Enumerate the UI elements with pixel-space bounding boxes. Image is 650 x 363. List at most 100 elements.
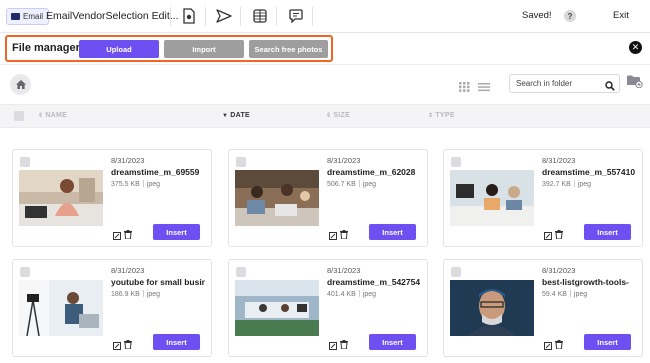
file-size: 506.7 KB (327, 181, 356, 188)
trash-icon[interactable] (124, 336, 132, 354)
edit-icon[interactable] (113, 227, 121, 245)
search-free-photos-button[interactable]: Search free photos (249, 40, 328, 58)
file-thumbnail[interactable] (19, 280, 103, 336)
insert-button[interactable]: Insert (584, 224, 631, 240)
file-card[interactable]: 8/31/2023 dreamstime_m_542754 401.4 KB jp… (228, 259, 428, 357)
file-checkbox[interactable] (236, 157, 246, 167)
help-icon[interactable]: ? (564, 10, 576, 22)
file-size: 401.4 KB (327, 291, 356, 298)
insert-button[interactable]: Insert (153, 334, 200, 350)
file-thumbnail[interactable] (19, 170, 103, 226)
trash-icon[interactable] (124, 226, 132, 244)
file-date: 8/31/2023 (542, 156, 576, 165)
file-checkbox[interactable] (451, 157, 461, 167)
file-checkbox[interactable] (20, 157, 30, 167)
import-button[interactable]: Import (164, 40, 244, 58)
column-date[interactable]: ▼ DATE (222, 112, 250, 119)
search-icon[interactable] (605, 78, 615, 96)
toolbar-divider (276, 7, 277, 26)
file-manager-header: File manager Upload Import Search free p… (0, 33, 650, 65)
file-checkbox[interactable] (20, 267, 30, 277)
home-icon[interactable] (10, 74, 31, 95)
insert-button[interactable]: Insert (369, 224, 416, 240)
file-date: 8/31/2023 (327, 156, 361, 165)
toolbar-divider (205, 7, 206, 26)
file-manager-title: File manager (12, 42, 80, 54)
file-meta: 401.4 KB jpeg (327, 290, 376, 298)
file-card[interactable]: 8/31/2023 best-listgrowth-tools- 59.4 KB… (443, 259, 643, 357)
file-type: jpeg (577, 181, 592, 188)
file-meta: 375.5 KB jpeg (111, 180, 160, 188)
file-meta: 392.7 KB jpeg (542, 180, 591, 188)
globe-icon[interactable] (250, 6, 270, 26)
trash-icon[interactable] (555, 336, 563, 354)
toolbar-divider (312, 7, 313, 26)
meta-divider (142, 180, 144, 187)
close-icon[interactable]: ✕ (629, 41, 642, 54)
insert-button[interactable]: Insert (584, 334, 631, 350)
save-status: Saved! (522, 10, 552, 21)
send-icon[interactable] (214, 6, 234, 26)
trash-icon[interactable] (340, 226, 348, 244)
new-folder-icon[interactable] (627, 75, 643, 93)
column-header-row: ⇕ NAME ▼ DATE ⇕ SIZE ⇕ TYPE (0, 104, 650, 128)
email-badge-label: Email (23, 12, 44, 21)
comment-icon[interactable] (286, 6, 306, 26)
meta-divider (358, 180, 360, 187)
document-title[interactable]: EmailVendorSelection Edit... (46, 10, 179, 22)
trash-icon[interactable] (555, 226, 563, 244)
file-size: 59.4 KB (542, 291, 567, 298)
sort-icon: ⇕ (428, 113, 434, 119)
meta-divider (358, 290, 360, 297)
email-type-badge: Email (6, 8, 50, 25)
file-card[interactable]: 8/31/2023 dreamstime_m_62028 506.7 KB jpe… (228, 149, 428, 247)
upload-button[interactable]: Upload (79, 40, 159, 58)
file-name: dreamstime_m_62028 (327, 167, 416, 177)
file-card[interactable]: 8/31/2023 dreamstime_m_557410 392.7 KB jp… (443, 149, 643, 247)
file-name: dreamstime_m_557410 (542, 167, 636, 177)
file-type: jpeg (362, 291, 377, 298)
file-meta: 59.4 KB jpeg (542, 290, 587, 298)
edit-icon[interactable] (544, 227, 552, 245)
insert-button[interactable]: Insert (369, 334, 416, 350)
trash-icon[interactable] (340, 336, 348, 354)
toolbar-divider (170, 7, 171, 26)
select-all-checkbox[interactable] (14, 111, 24, 121)
folder-search[interactable] (509, 74, 620, 93)
file-date: 8/31/2023 (542, 266, 576, 275)
list-view-icon[interactable] (478, 79, 490, 97)
file-size: 375.5 KB (111, 181, 140, 188)
edit-icon[interactable] (329, 227, 337, 245)
sort-down-icon: ▼ (222, 112, 229, 119)
file-card[interactable]: 8/31/2023 dreamstime_m_69559 375.5 KB jpe… (12, 149, 212, 247)
document-icon[interactable] (179, 6, 199, 26)
insert-button[interactable]: Insert (153, 224, 200, 240)
exit-button[interactable]: Exit (613, 10, 629, 21)
meta-divider (142, 290, 144, 297)
file-thumbnail[interactable] (450, 280, 534, 336)
column-name[interactable]: ⇕ NAME (38, 112, 67, 119)
file-checkbox[interactable] (451, 267, 461, 277)
edit-icon[interactable] (113, 337, 121, 355)
column-type[interactable]: ⇕ TYPE (428, 112, 455, 119)
file-date: 8/31/2023 (111, 266, 145, 275)
grid-view-icon[interactable] (459, 79, 470, 97)
file-name: youtube for small busin (111, 277, 205, 287)
file-meta: 506.7 KB jpeg (327, 180, 376, 188)
file-checkbox[interactable] (236, 267, 246, 277)
meta-divider (573, 180, 575, 187)
edit-icon[interactable] (544, 337, 552, 355)
file-card[interactable]: 8/31/2023 youtube for small busin 186.9 … (12, 259, 212, 357)
file-type: jpeg (573, 291, 588, 298)
file-name: best-listgrowth-tools- (542, 277, 629, 287)
file-name: dreamstime_m_69559 (111, 167, 200, 177)
file-size: 392.7 KB (542, 181, 571, 188)
file-thumbnail[interactable] (235, 280, 319, 336)
file-date: 8/31/2023 (111, 156, 145, 165)
toolbar-divider (240, 7, 241, 26)
file-thumbnail[interactable] (235, 170, 319, 226)
search-input[interactable] (516, 77, 604, 90)
column-size[interactable]: ⇕ SIZE (326, 112, 350, 119)
edit-icon[interactable] (329, 337, 337, 355)
file-thumbnail[interactable] (450, 170, 534, 226)
